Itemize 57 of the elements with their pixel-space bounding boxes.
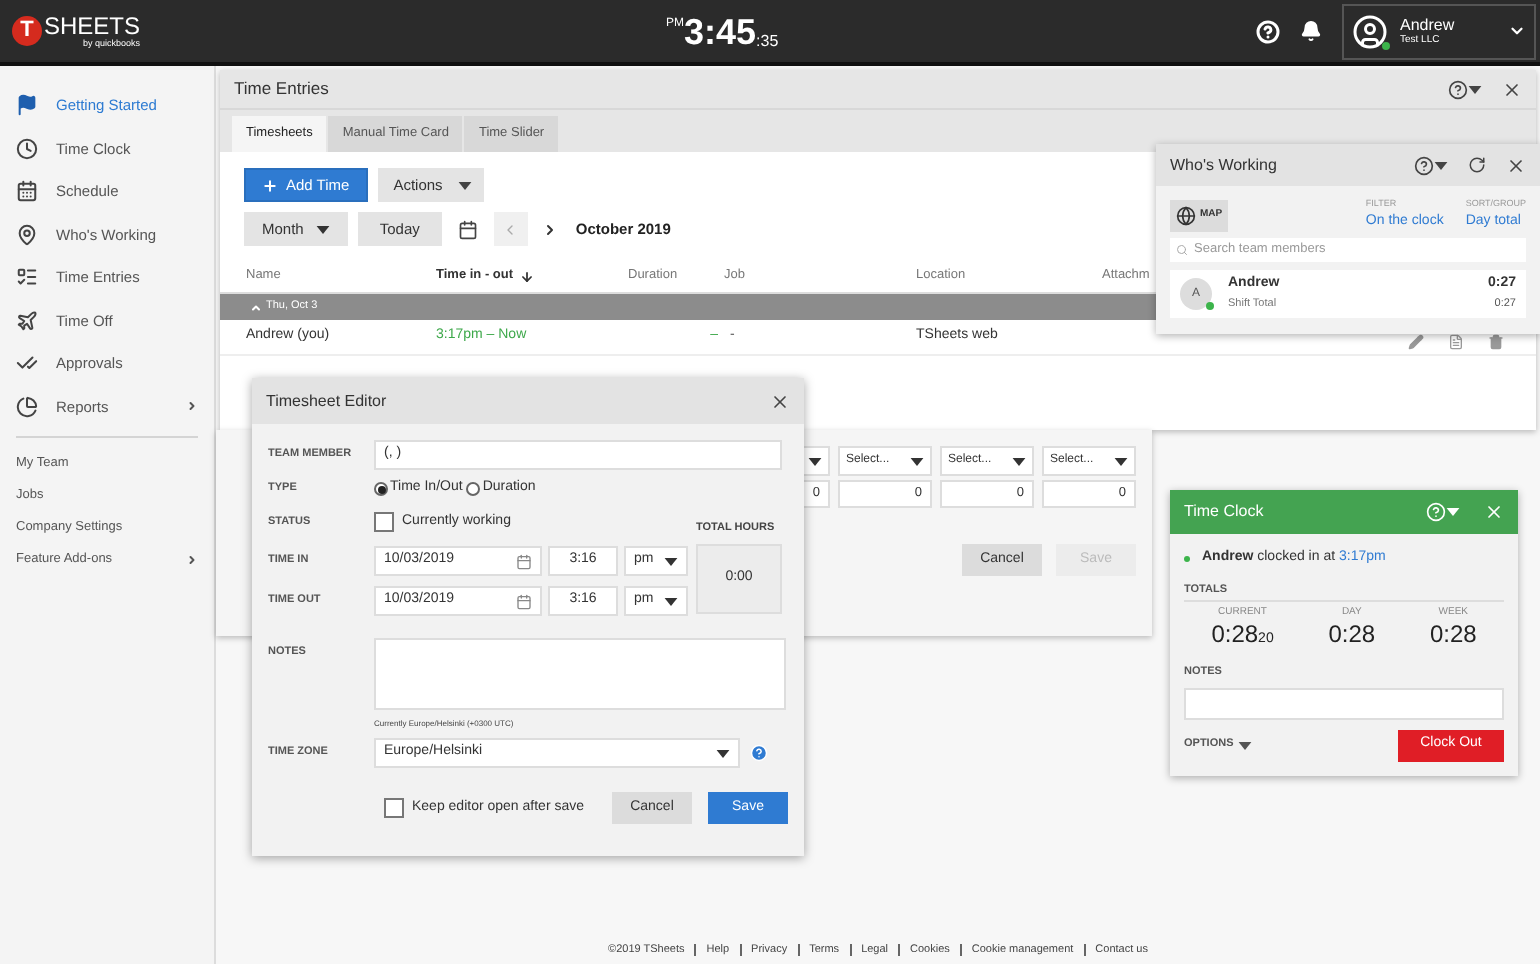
caret-icon [1446,508,1460,516]
list-icon [16,266,38,289]
clock-icon [16,137,38,160]
flag-icon [16,94,38,117]
plus-icon [262,177,278,193]
logo-mark: T [12,16,42,46]
clock-seconds: :35 [756,30,779,54]
pie-chart-icon [16,395,38,418]
total-value: 0:28 [1429,620,1477,649]
edit-icon[interactable] [1408,333,1424,349]
caret-icon [1468,85,1482,93]
checkbox[interactable] [374,512,394,532]
panel-title: Time Clock [1184,500,1264,524]
close-icon[interactable] [1502,79,1522,99]
panel-title: Time Entries [234,76,329,102]
refresh-icon[interactable] [1468,156,1486,174]
caret-icon [1237,741,1252,749]
map-pin-icon [16,223,38,246]
caret-icon [664,557,678,565]
caret-icon [458,181,473,189]
panel-title: Who's Working [1170,153,1277,177]
dialog-title: Timesheet Editor [266,389,387,413]
search-icon [1176,244,1188,257]
caret-icon [315,225,330,233]
caret-icon [1012,457,1026,465]
calendar-icon [16,180,38,203]
globe-icon [1176,205,1196,226]
bell-icon[interactable] [1300,20,1322,42]
note-icon[interactable] [1448,333,1464,349]
caret-icon [808,457,822,465]
radio-button[interactable] [374,482,388,496]
chevron-down-icon [1508,22,1526,40]
notes-field[interactable] [374,638,786,710]
sort-arrow-icon [519,269,534,283]
help-icon[interactable] [1414,155,1434,175]
radio-button[interactable] [466,482,481,496]
chevron-up-icon [250,301,262,313]
caret-icon [910,457,924,465]
double-check-icon [16,352,38,375]
total-value: 0:28 [1328,620,1376,649]
close-icon[interactable] [1506,155,1526,175]
plane-icon [16,309,38,332]
user-name: Andrew [1400,17,1455,33]
clock-time: 3:45 [684,12,757,52]
calendar-icon[interactable] [457,219,478,239]
checkbox[interactable] [384,798,404,818]
logo-text: SHEETS [44,13,141,40]
close-icon[interactable] [770,391,790,411]
caret-icon [1114,457,1128,465]
avatar-icon [1352,13,1388,49]
trash-icon[interactable] [1488,333,1504,349]
chevron-right-icon [541,221,558,237]
help-icon[interactable] [1448,79,1468,99]
caret-icon [716,749,730,757]
notes-field[interactable] [1184,687,1504,719]
caret-icon [1434,161,1448,169]
caret-icon [664,597,678,605]
